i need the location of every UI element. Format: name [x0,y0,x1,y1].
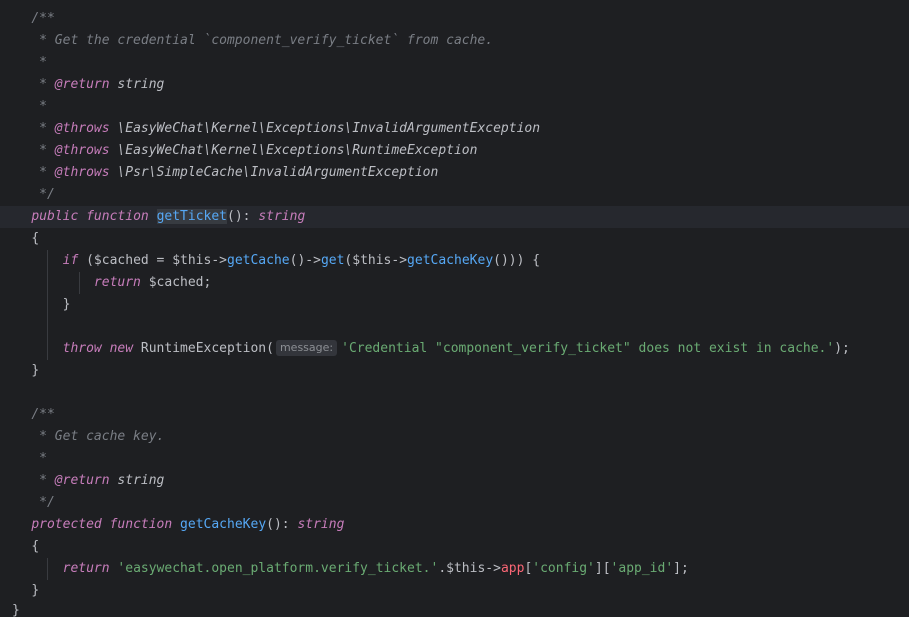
doc-return-type: string [109,77,165,92]
code-line[interactable]: } [0,360,909,382]
throw-keyword: throw [62,341,102,356]
return-type: string [297,517,345,532]
visibility-keyword: protected [31,517,102,532]
method-name[interactable]: getCacheKey [180,517,266,532]
code-line-current[interactable]: public function getTicket(): string [0,206,909,228]
doc-comment-close: */ [31,187,55,202]
signature-parens: (): [227,209,259,224]
code-text: $cached; [140,275,212,290]
code-line[interactable]: * [0,96,909,118]
code-line[interactable]: { [0,536,909,558]
return-type: string [258,209,306,224]
code-line[interactable]: * @throws \EasyWeChat\Kernel\Exceptions\… [0,140,909,162]
doc-comment-blank: * [31,55,47,70]
code-line[interactable]: return $cached; [0,272,909,294]
code-line[interactable]: return 'easywechat.open_platform.verify_… [0,558,909,580]
code-line[interactable]: throw new RuntimeException(message: 'Cred… [0,338,909,360]
code-line[interactable]: * Get the credential `component_verify_t… [0,30,909,52]
doc-return-type: string [109,473,165,488]
method-call[interactable]: get [321,253,344,268]
code-line[interactable]: /** [0,404,909,426]
code-line[interactable]: if ($cached = $this->getCache()->get($th… [0,250,909,272]
class-close-brace: } [12,603,20,617]
doc-return-tag: @return [54,77,110,92]
close-brace: } [31,583,40,598]
doc-comment-blank: * [31,451,47,466]
code-line[interactable]: { [0,228,909,250]
function-keyword: function [86,209,149,224]
code-line[interactable]: /** [0,8,909,30]
doc-comment-summary: * Get the credential `component_verify_t… [31,33,494,48]
doc-comment-star: * [31,121,55,136]
return-keyword: return [62,561,110,576]
string-literal: 'Credential "component_verify_ticket" do… [341,341,835,356]
code-line[interactable]: * @throws \Psr\SimpleCache\InvalidArgume… [0,162,909,184]
method-name[interactable]: getTicket [156,209,228,224]
code-line[interactable]: protected function getCacheKey(): string [0,514,909,536]
doc-comment-close: */ [31,495,55,510]
code-text: ($cached = $this-> [78,253,227,268]
doc-throws-tag: @throws [54,165,110,180]
method-call[interactable]: getCacheKey [407,253,493,268]
doc-throws-class: \Psr\SimpleCache\InvalidArgumentExceptio… [109,165,439,180]
doc-comment-open: /** [31,11,55,26]
method-call[interactable]: getCache [227,253,290,268]
code-text: .$this-> [438,561,501,576]
doc-comment-star: * [31,165,55,180]
parameter-name-hint: message: [275,340,338,356]
property-app[interactable]: app [501,561,524,576]
code-line[interactable]: * Get cache key. [0,426,909,448]
code-text: ][ [594,561,611,576]
code-line[interactable] [0,316,909,338]
doc-return-tag: @return [54,473,110,488]
code-editor[interactable]: /** * Get the credential `component_veri… [0,0,909,617]
code-text: ); [834,341,850,356]
code-text: ()-> [289,253,321,268]
signature-parens: (): [266,517,298,532]
code-line[interactable]: } [0,294,909,316]
close-brace: } [31,363,40,378]
code-line[interactable]: */ [0,184,909,206]
doc-comment-star: * [31,77,55,92]
array-key: 'config' [532,561,595,576]
array-key: 'app_id' [610,561,674,576]
open-brace: { [31,231,40,246]
doc-comment-star: * [31,473,55,488]
string-literal: 'easywechat.open_platform.verify_ticket.… [117,561,439,576]
doc-throws-tag: @throws [54,121,110,136]
doc-comment-star: * [31,143,55,158]
doc-throws-class: \EasyWeChat\Kernel\Exceptions\RuntimeExc… [109,143,478,158]
code-text: ]; [673,561,689,576]
code-line[interactable]: * @throws \EasyWeChat\Kernel\Exceptions\… [0,118,909,140]
code-line[interactable]: } [0,600,909,617]
code-line[interactable]: * [0,52,909,74]
code-line[interactable]: * [0,448,909,470]
code-line[interactable]: * @return string [0,74,909,96]
visibility-keyword: public [31,209,79,224]
return-keyword: return [93,275,141,290]
doc-comment-blank: * [31,99,47,114]
open-brace: { [31,539,40,554]
code-line[interactable] [0,382,909,404]
function-keyword: function [109,517,173,532]
if-keyword: if [62,253,79,268]
close-brace: } [62,297,71,312]
code-line[interactable]: */ [0,492,909,514]
doc-throws-tag: @throws [54,143,110,158]
code-line[interactable]: } [0,580,909,602]
doc-throws-class: \EasyWeChat\Kernel\Exceptions\InvalidArg… [109,121,541,136]
code-text: ())) { [493,253,541,268]
exception-class[interactable]: RuntimeException( [141,341,274,356]
code-text: ($this-> [344,253,408,268]
doc-comment-open: /** [31,407,55,422]
doc-comment-summary: * Get cache key. [31,429,165,444]
new-keyword: new [109,341,134,356]
code-line[interactable]: * @return string [0,470,909,492]
